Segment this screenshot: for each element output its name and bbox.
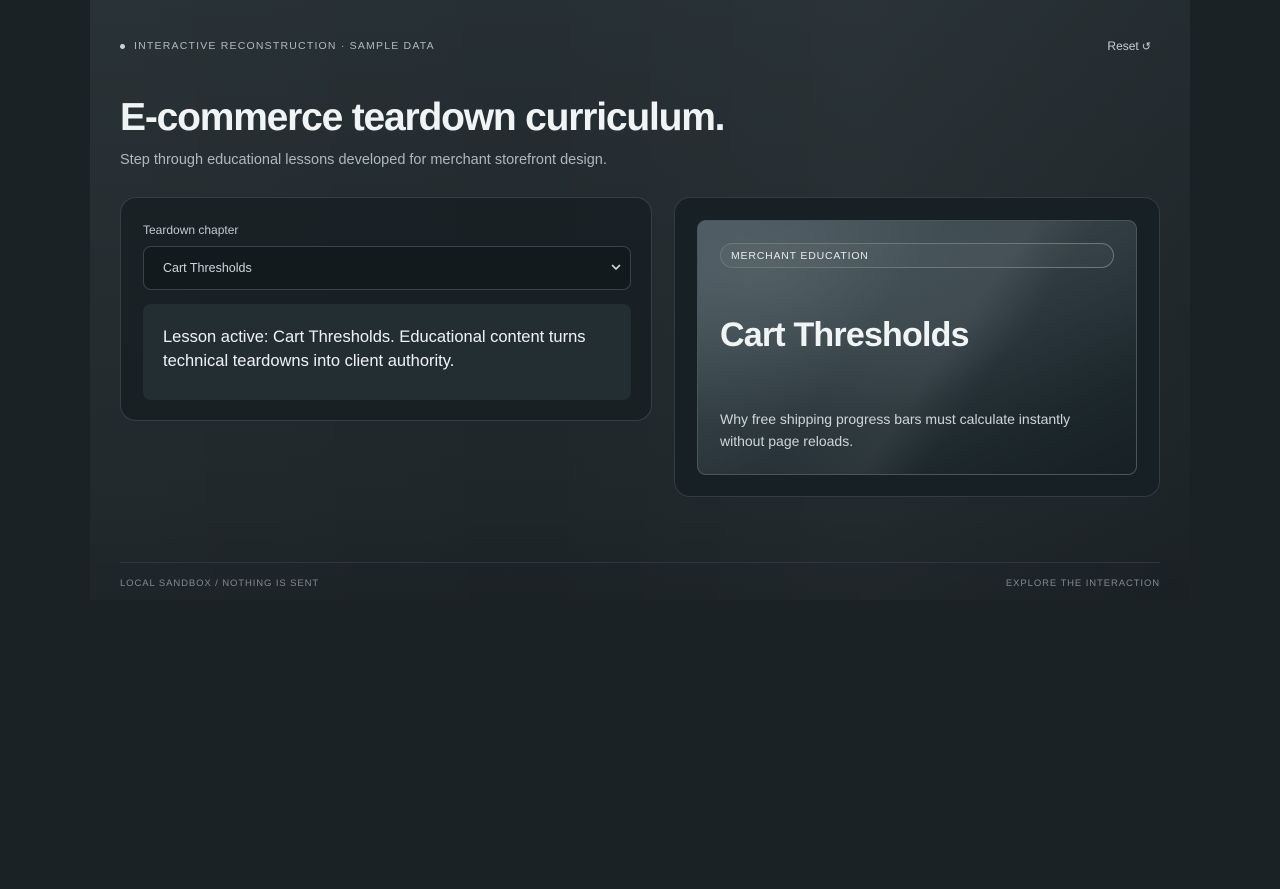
kicker: INTERACTIVE RECONSTRUCTION · SAMPLE DATA <box>120 40 435 52</box>
chapter-select[interactable]: Cart Thresholds <box>143 246 631 290</box>
reset-button[interactable]: Reset ↺ <box>1107 39 1151 53</box>
explore-link[interactable]: EXPLORE THE INTERACTION <box>1006 578 1160 589</box>
chevron-down-icon <box>611 264 621 270</box>
page-subtitle: Step through educational lessons develop… <box>120 152 607 168</box>
kicker-label: INTERACTIVE RECONSTRUCTION · SAMPLE DATA <box>134 40 435 52</box>
chapter-panel: Teardown chapter Cart Thresholds Lesson … <box>120 197 652 421</box>
reset-icon: ↺ <box>1141 40 1151 53</box>
footer-divider <box>120 562 1160 563</box>
lesson-card-container: MERCHANT EDUCATION Cart Thresholds Why f… <box>674 197 1160 497</box>
status-dot-icon <box>120 43 125 49</box>
chapter-select-value: Cart Thresholds <box>163 261 252 275</box>
lesson-card: MERCHANT EDUCATION Cart Thresholds Why f… <box>697 220 1137 475</box>
top-bar: INTERACTIVE RECONSTRUCTION · SAMPLE DATA… <box>120 39 1160 56</box>
chapter-select-label: Teardown chapter <box>143 223 239 237</box>
footer-note: LOCAL SANDBOX / NOTHING IS SENT <box>120 578 320 589</box>
reset-label: Reset <box>1107 39 1139 53</box>
page-title: E-commerce teardown curriculum. <box>120 96 726 139</box>
lesson-badge: MERCHANT EDUCATION <box>720 243 1114 268</box>
lesson-status: Lesson active: Cart Thresholds. Educatio… <box>143 304 631 400</box>
lesson-description: Why free shipping progress bars must cal… <box>720 411 1071 449</box>
lesson-title: Cart Thresholds <box>720 316 970 354</box>
